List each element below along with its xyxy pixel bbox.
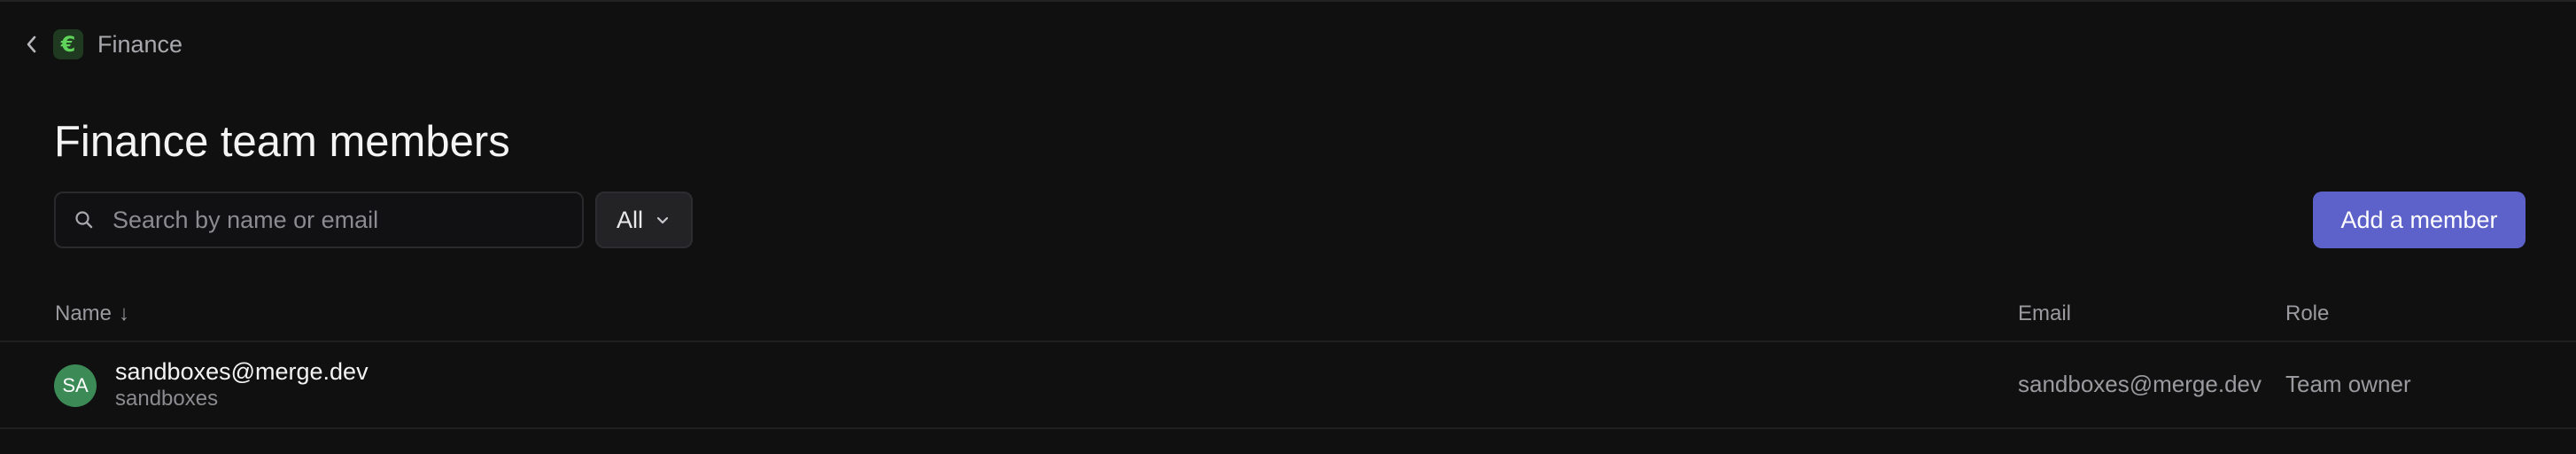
column-header-name-label: Name xyxy=(55,301,113,325)
breadcrumb: € Finance xyxy=(19,27,182,62)
member-email: sandboxes@merge.dev xyxy=(2018,371,2262,397)
sort-descending-icon: ↓ xyxy=(119,301,130,325)
column-header-name[interactable]: Name ↓ xyxy=(55,298,129,330)
back-button[interactable] xyxy=(19,27,43,62)
filter-selected-value: All xyxy=(617,206,644,233)
column-header-email: Email xyxy=(2018,301,2072,325)
member-name: sandboxes@merge.dev xyxy=(115,358,369,385)
top-border xyxy=(0,0,2576,2)
filter-dropdown[interactable]: All xyxy=(595,192,693,248)
search-icon xyxy=(74,209,95,231)
search-input[interactable] xyxy=(111,201,582,239)
chevron-down-icon xyxy=(656,215,670,225)
chevron-left-icon xyxy=(27,35,36,53)
column-header-role: Role xyxy=(2285,301,2330,325)
member-username: sandboxes xyxy=(115,387,219,411)
table-row[interactable]: SA sandboxes@merge.dev sandboxes sandbox… xyxy=(0,342,2576,429)
page-title: Finance team members xyxy=(54,118,510,166)
member-role: Team owner xyxy=(2285,371,2411,397)
breadcrumb-team-name[interactable]: Finance xyxy=(97,31,182,59)
euro-icon: € xyxy=(60,32,76,57)
team-icon: € xyxy=(53,29,83,59)
search-field[interactable] xyxy=(54,192,584,248)
add-member-button[interactable]: Add a member xyxy=(2313,192,2526,248)
table-header: Name ↓ Email Role xyxy=(0,294,2576,342)
avatar: SA xyxy=(54,364,97,407)
